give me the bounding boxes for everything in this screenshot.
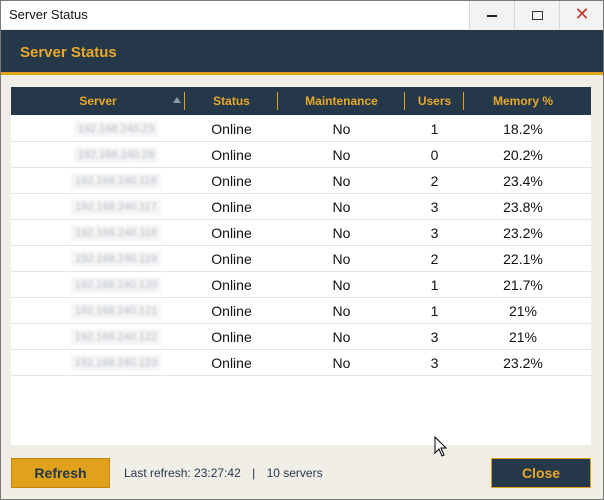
server-address: 192.168.240.117 — [71, 198, 161, 215]
server-address: 192.168.240.122 — [70, 328, 162, 345]
cell-status: Online — [211, 224, 252, 241]
cell-users: 2 — [430, 172, 439, 189]
cell-users: 3 — [430, 328, 439, 345]
cell-memory: 23.2% — [503, 354, 543, 371]
column-header-memory[interactable]: Memory % — [464, 87, 582, 115]
cell-maintenance: No — [332, 224, 351, 241]
table-row[interactable]: 192.168.240.121 Online No 1 21% — [11, 298, 591, 324]
column-header-server[interactable]: Server — [11, 87, 185, 115]
cell-maintenance: No — [332, 198, 351, 215]
server-address: 192.168.240.123 — [70, 354, 162, 371]
server-address: 192.168.240.121 — [70, 302, 162, 319]
table-row[interactable]: 192.168.240.23 Online No 1 18.2% — [11, 116, 591, 142]
table-row[interactable]: 192.168.240.118 Online No 3 23.2% — [11, 220, 591, 246]
close-icon: ✕ — [574, 4, 590, 25]
column-header-users[interactable]: Users — [405, 87, 464, 115]
cell-memory: 23.4% — [503, 172, 543, 189]
cell-status: Online — [211, 172, 252, 189]
cell-maintenance: No — [332, 328, 351, 345]
page-title: Server Status — [20, 44, 117, 61]
cell-status: Online — [211, 354, 252, 371]
cell-server: 192.168.240.122 — [41, 324, 191, 349]
cell-server: 192.168.240.118 — [41, 220, 191, 245]
maximize-icon — [531, 10, 543, 20]
cell-maintenance: No — [332, 172, 351, 189]
cell-users: 1 — [430, 120, 439, 137]
cell-server: 192.168.240.123 — [41, 350, 191, 375]
server-address: 192.168.240.116 — [71, 172, 161, 189]
table-row[interactable]: 192.168.240.119 Online No 2 22.1% — [11, 246, 591, 272]
server-count-text: 10 servers — [266, 466, 323, 480]
cell-status: Online — [211, 276, 252, 293]
cell-memory: 21% — [508, 328, 538, 345]
sort-ascending-icon — [173, 97, 181, 103]
server-table: Server Status Maintenance Users Memory %… — [11, 87, 591, 445]
cell-maintenance: No — [332, 120, 351, 137]
status-separator: | — [252, 466, 256, 480]
cell-users: 2 — [430, 250, 439, 267]
cell-memory: 23.8% — [503, 198, 543, 215]
cell-server: 192.168.240.116 — [41, 168, 191, 193]
table-row[interactable]: 192.168.240.28 Online No 0 20.2% — [11, 142, 591, 168]
last-refresh-text: Last refresh: 23:27:42 — [124, 466, 241, 480]
minimize-icon — [487, 15, 497, 17]
window-close-button[interactable]: ✕ — [559, 1, 603, 29]
cell-maintenance: No — [332, 276, 351, 293]
app-header: Server Status — [1, 30, 603, 75]
server-address: 192.168.240.23 — [73, 120, 159, 137]
cell-maintenance: No — [332, 354, 351, 371]
column-header-status[interactable]: Status — [185, 87, 278, 115]
cell-memory: 18.2% — [503, 120, 543, 137]
table-row[interactable]: 192.168.240.120 Online No 1 21.7% — [11, 272, 591, 298]
cell-maintenance: No — [332, 302, 351, 319]
maximize-button[interactable] — [514, 1, 559, 29]
cell-server: 192.168.240.117 — [41, 194, 191, 219]
cell-server: 192.168.240.121 — [41, 298, 191, 323]
cell-memory: 21% — [508, 302, 538, 319]
cell-memory: 21.7% — [503, 276, 543, 293]
table-header: Server Status Maintenance Users Memory % — [11, 87, 591, 115]
cell-server: 192.168.240.28 — [41, 142, 191, 167]
cell-status: Online — [211, 328, 252, 345]
cell-status: Online — [211, 250, 252, 267]
cell-memory: 22.1% — [503, 250, 543, 267]
cell-server: 192.168.240.119 — [41, 246, 191, 271]
server-address: 192.168.240.118 — [71, 224, 161, 241]
mouse-pointer-icon — [434, 436, 448, 457]
close-button[interactable]: Close — [491, 458, 591, 488]
table-row[interactable]: 192.168.240.116 Online No 2 23.4% — [11, 168, 591, 194]
cell-maintenance: No — [332, 250, 351, 267]
cell-maintenance: No — [332, 146, 351, 163]
table-row[interactable]: 192.168.240.123 Online No 3 23.2% — [11, 350, 591, 376]
table-row[interactable]: 192.168.240.122 Online No 3 21% — [11, 324, 591, 350]
cell-users: 1 — [430, 276, 439, 293]
cell-status: Online — [211, 146, 252, 163]
cell-status: Online — [211, 198, 252, 215]
server-status-window: Server Status ✕ Server Status Server Sta… — [0, 0, 604, 500]
cell-status: Online — [211, 120, 252, 137]
table-row[interactable]: 192.168.240.117 Online No 3 23.8% — [11, 194, 591, 220]
minimize-button[interactable] — [469, 1, 514, 29]
refresh-button[interactable]: Refresh — [11, 458, 110, 488]
cell-server: 192.168.240.120 — [41, 272, 191, 297]
cell-server: 192.168.240.23 — [41, 116, 191, 141]
cell-status: Online — [211, 302, 252, 319]
window-title: Server Status — [9, 7, 88, 22]
server-address: 192.168.240.28 — [73, 146, 159, 163]
cell-memory: 20.2% — [503, 146, 543, 163]
title-bar[interactable]: Server Status ✕ — [1, 1, 603, 29]
server-address: 192.168.240.119 — [71, 250, 161, 267]
cell-memory: 23.2% — [503, 224, 543, 241]
cell-users: 3 — [430, 224, 439, 241]
cell-users: 3 — [430, 354, 439, 371]
cell-users: 0 — [430, 146, 439, 163]
status-line: Last refresh: 23:27:42 | 10 servers — [124, 466, 323, 480]
column-header-maintenance[interactable]: Maintenance — [278, 87, 405, 115]
server-address: 192.168.240.120 — [70, 276, 162, 293]
cell-users: 1 — [430, 302, 439, 319]
cell-users: 3 — [430, 198, 439, 215]
